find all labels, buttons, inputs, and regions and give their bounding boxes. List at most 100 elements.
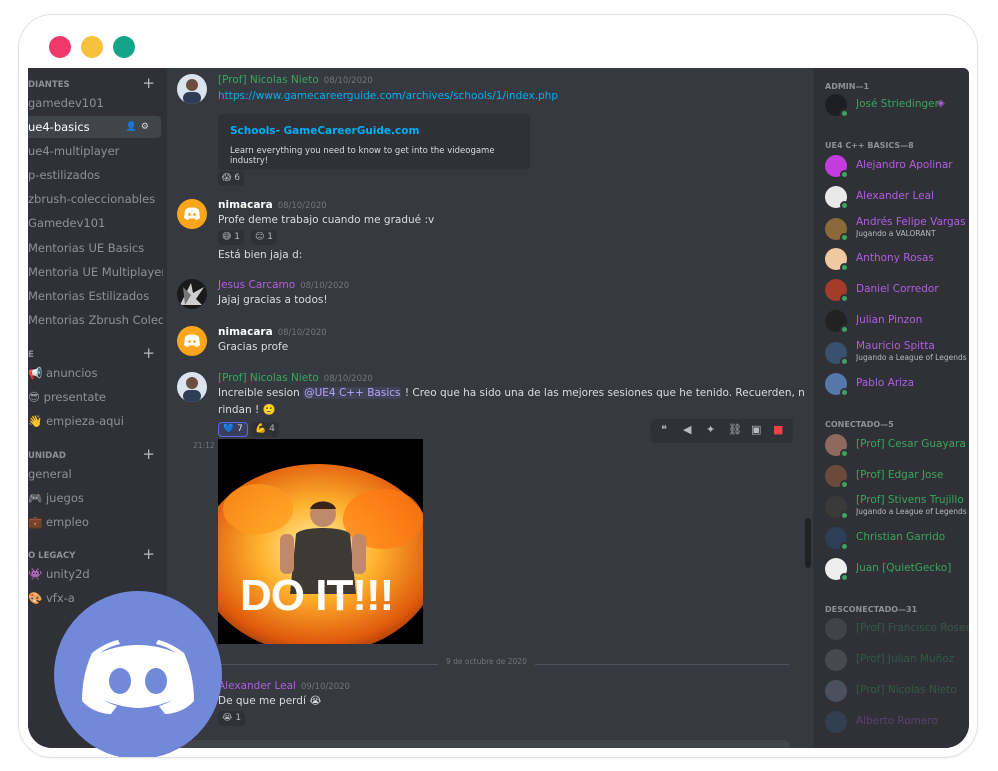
channel-zbrush[interactable]: zbrush-coleccionables (28, 188, 163, 210)
member-item[interactable]: Christian Garrido (825, 527, 969, 557)
member-name[interactable]: Andrés Felipe Vargas (856, 216, 969, 228)
member-item[interactable]: [Prof] Edgar Jose (825, 465, 969, 495)
member-item[interactable]: José Striedinger ◈ (825, 94, 969, 124)
reaction[interactable]: 😑 1 (251, 230, 277, 245)
add-channel-icon[interactable]: + (142, 545, 155, 563)
role-mention[interactable]: @UE4 C++ Basics (303, 387, 402, 399)
voice-channel-mentorias-zbrush[interactable]: Mentorias Zbrush Coleccionables (28, 309, 163, 331)
author-name[interactable]: [Prof] Nicolas Nieto (218, 372, 319, 384)
avatar[interactable] (177, 372, 207, 402)
channel-unity2d[interactable]: 👾 unity2d (28, 563, 163, 585)
channel-gamedev101[interactable]: gamedev101 (28, 92, 163, 114)
member-name[interactable]: José Striedinger (856, 98, 969, 110)
avatar[interactable] (177, 199, 207, 229)
channel-ue4-multiplayer[interactable]: ue4-multiplayer (28, 140, 163, 162)
member-item[interactable]: Alejandro Apolinar (825, 155, 969, 185)
quote-icon[interactable]: ❝ (661, 423, 667, 436)
member-activity: Jugando a League of Legends (856, 507, 967, 516)
channel-anuncios[interactable]: 📢 anuncios (28, 362, 163, 384)
maximize-window-button[interactable] (113, 36, 135, 58)
channel-estilizados[interactable]: p-estilizados (28, 164, 163, 186)
member-name[interactable]: Pablo Ariza (856, 377, 969, 389)
member-name[interactable]: [Prof] Cesar Guayara (856, 438, 969, 450)
invite-settings-icons[interactable]: 👤⚙ (126, 116, 153, 138)
member-item[interactable]: [Prof] Francisco Rosero (825, 618, 969, 648)
member-name[interactable]: Christian Garrido (856, 531, 969, 543)
member-item[interactable]: Alexander Leal (825, 186, 969, 216)
avatar[interactable] (177, 326, 207, 356)
member-avatar[interactable] (825, 711, 847, 733)
member-item[interactable]: Julian Pinzon (825, 310, 969, 340)
message-input[interactable] (178, 740, 790, 748)
member-name[interactable]: [Prof] Stivens Trujillo (856, 494, 969, 506)
member-name[interactable]: Anthony Rosas (856, 252, 969, 264)
message-header: [Prof] Nicolas Nieto 08/10/2020 (218, 74, 373, 86)
member-name[interactable]: Alberto Romero (856, 715, 969, 727)
member-name[interactable]: Juan [QuietGecko] (856, 562, 969, 574)
author-name[interactable]: Alexander Leal (218, 680, 296, 692)
scrollbar-thumb[interactable] (805, 518, 811, 568)
member-item[interactable]: Andrés Felipe Vargas Jugando a VALORANT (825, 216, 969, 248)
member-item[interactable]: [Prof] Cesar Guayara (825, 434, 969, 464)
member-name[interactable]: [Prof] Francisco Rosero (856, 622, 969, 634)
member-item[interactable]: [Prof] Stivens Trujillo Jugando a League … (825, 494, 969, 526)
reaction[interactable]: 😱 6 (218, 171, 244, 186)
channel-general[interactable]: general (28, 463, 163, 485)
reaction[interactable]: 😭 1 (218, 711, 246, 726)
member-name[interactable]: Mauricio Spitta (856, 340, 969, 352)
close-window-button[interactable] (49, 36, 71, 58)
member-item[interactable]: Anthony Rosas (825, 248, 969, 278)
minimize-window-button[interactable] (81, 36, 103, 58)
member-item[interactable]: Daniel Corredor (825, 279, 969, 309)
member-name[interactable]: Julian Pinzon (856, 314, 969, 326)
channel-ue4-basics[interactable]: ue4-basics 👤⚙ (28, 116, 161, 138)
member-item[interactable]: Alberto Romero (825, 711, 969, 741)
avatar[interactable] (177, 74, 207, 104)
member-item[interactable]: [Prof] Nicolas Nieto (825, 680, 969, 710)
channel-presentate[interactable]: 😎 presentate (28, 386, 163, 408)
avatar[interactable] (177, 279, 207, 309)
member-avatar[interactable] (825, 649, 847, 671)
reaction[interactable]: 💙 7 (218, 422, 248, 437)
pin-icon[interactable]: ✦ (706, 423, 715, 436)
voice-channel-mentorias-basics[interactable]: Mentorias UE Basics (28, 237, 163, 259)
voice-channel-mentoria-multiplayer[interactable]: Mentoria UE Multiplayer (28, 261, 163, 283)
chat-scrollbar[interactable] (804, 68, 813, 748)
add-channel-icon[interactable]: + (142, 344, 155, 362)
member-name[interactable]: Alejandro Apolinar (856, 159, 969, 171)
member-activity: Jugando a VALORANT (856, 229, 936, 238)
member-name[interactable]: [Prof] Edgar Jose (856, 469, 969, 481)
embed-title[interactable]: Schools- GameCareerGuide.com (230, 125, 419, 137)
member-avatar[interactable] (825, 680, 847, 702)
member-item[interactable]: Pablo Ariza (825, 373, 969, 403)
channel-empieza-aqui[interactable]: 👋 empieza-aqui (28, 410, 163, 432)
id-icon[interactable]: ▣ (751, 423, 761, 436)
do-it-gif[interactable]: DO IT!!! (218, 439, 423, 644)
member-avatar[interactable] (825, 618, 847, 640)
member-name[interactable]: [Prof] Julian Muñoz (856, 653, 969, 665)
link-icon[interactable]: ⛓ (728, 423, 742, 436)
message-header: nimacara 08/10/2020 (218, 326, 327, 338)
member-item[interactable]: Mauricio Spitta Jugando a League of Legen… (825, 340, 969, 372)
add-channel-icon[interactable]: + (142, 74, 155, 92)
reaction[interactable]: 😅 1 (218, 230, 244, 245)
channel-empleo[interactable]: 💼 empleo (28, 511, 163, 533)
channel-juegos[interactable]: 🎮 juegos (28, 487, 163, 509)
voice-channel-gamedev101[interactable]: Gamedev101 (28, 212, 163, 234)
reaction[interactable]: 💪 4 (251, 422, 279, 437)
author-name[interactable]: Jesus Carcamo (218, 279, 295, 291)
author-name[interactable]: nimacara (218, 326, 273, 338)
member-name[interactable]: Alexander Leal (856, 190, 969, 202)
voice-channel-mentorias-estilizados[interactable]: Mentorias Estilizados (28, 285, 163, 307)
member-name[interactable]: [Prof] Nicolas Nieto (856, 684, 969, 696)
author-name[interactable]: [Prof] Nicolas Nieto (218, 74, 319, 86)
author-name[interactable]: nimacara (218, 199, 273, 211)
add-channel-icon[interactable]: + (142, 445, 155, 463)
delete-icon[interactable]: ■ (773, 423, 783, 436)
message-link[interactable]: https://www.gamecareerguide.com/archives… (218, 90, 558, 102)
member-name[interactable]: Daniel Corredor (856, 283, 969, 295)
member-item[interactable]: Juan [QuietGecko] (825, 558, 969, 588)
member-item[interactable]: [Prof] Julian Muñoz (825, 649, 969, 679)
reply-icon[interactable]: ◀ (683, 423, 691, 436)
gif-timestamp: 21:12 (193, 441, 215, 450)
